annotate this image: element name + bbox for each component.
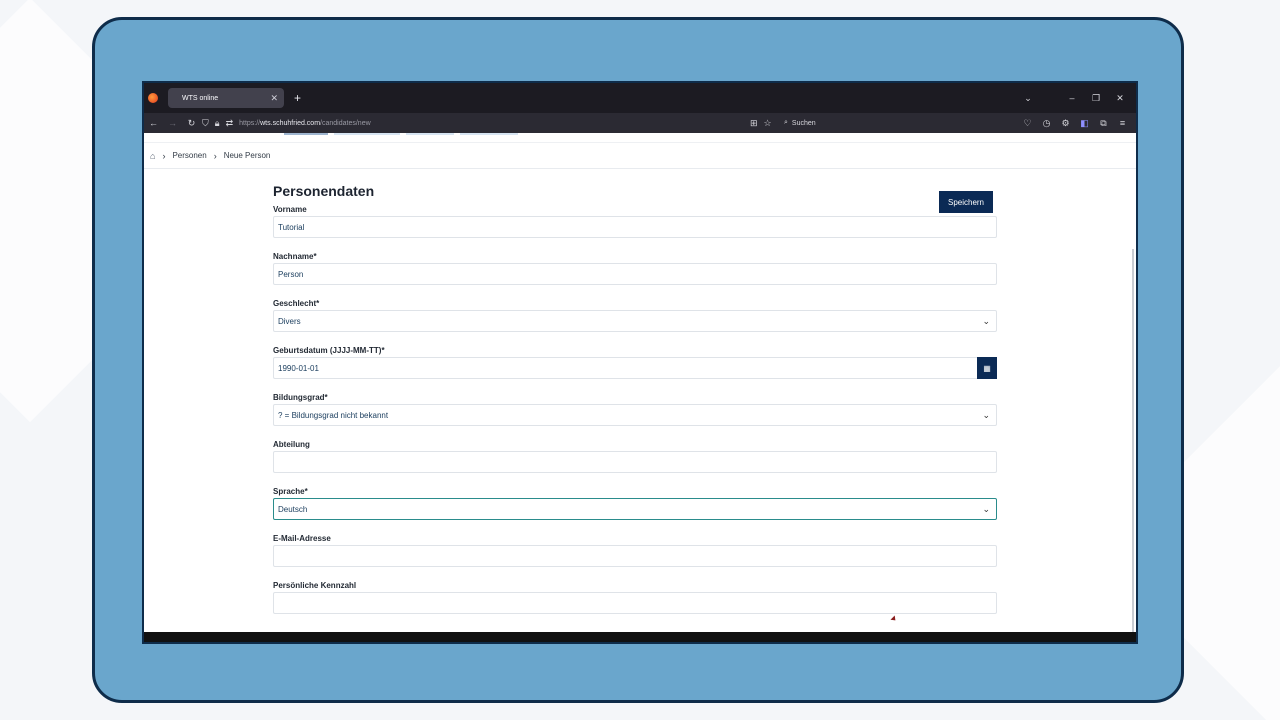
settings-gear-icon[interactable]: ⚙ [1056, 118, 1075, 129]
breadcrumb-personen[interactable]: Personen [172, 151, 206, 160]
window-controls: ⌄ – ❐ ✕ [1016, 83, 1132, 113]
field-sprache: Sprache* Deutsch ⌄ [273, 487, 997, 520]
field-abteilung: Abteilung [273, 440, 997, 473]
browser-screen: WTS online ✕ + ⌄ – ❐ ✕ ← → ↻ ⛉ 🔒︎ ⇄ http… [142, 81, 1138, 644]
search-input[interactable]: Suchen [792, 120, 816, 127]
page-title: Personendaten [273, 183, 375, 199]
field-label: Bildungsgrad* [273, 393, 328, 402]
chevron-right-icon: › [162, 150, 166, 161]
kennzahl-input[interactable] [273, 592, 997, 614]
field-bildungsgrad: Bildungsgrad* ? = Bildungsgrad nicht bek… [273, 393, 997, 426]
field-email: E-Mail-Adresse [273, 534, 997, 567]
back-icon[interactable]: ← [144, 118, 163, 128]
select-value: Deutsch [278, 504, 308, 514]
tab-bar: WTS online ✕ + ⌄ – ❐ ✕ [144, 83, 1136, 113]
field-label: E-Mail-Adresse [273, 534, 331, 543]
field-label: Vorname [273, 205, 307, 214]
extensions-puzzle-icon[interactable]: ⧉ [1094, 118, 1113, 129]
field-label: Persönliche Kennzahl [273, 581, 357, 590]
url-actions: ⊞ ☆ [750, 115, 772, 131]
firefox-icon [148, 93, 158, 103]
bookmark-star-icon[interactable]: ☆ [764, 118, 772, 129]
vorname-input[interactable]: Tutorial [273, 216, 997, 238]
page-bottom-bar [144, 632, 1136, 642]
url-text[interactable]: https://wts.schuhfried.com/candidates/ne… [239, 120, 371, 127]
chevron-right-icon: › [213, 150, 217, 161]
field-label: Nachname* [273, 252, 317, 261]
restore-icon[interactable]: ❐ [1084, 93, 1108, 104]
geschlecht-select[interactable]: Divers ⌄ [273, 310, 997, 332]
translate-icon[interactable]: ⊞ [750, 118, 758, 129]
close-tab-icon[interactable]: ✕ [270, 93, 278, 104]
main-content: Personendaten Speichern Vorname Tutorial… [144, 169, 1136, 642]
field-label: Abteilung [273, 440, 310, 449]
nav-hint [406, 133, 454, 135]
tab-wts-online[interactable]: WTS online ✕ [168, 88, 284, 108]
select-value: Divers [278, 316, 301, 326]
tab-list-icon[interactable]: ⌄ [1016, 93, 1040, 104]
history-icon[interactable]: ◷ [1037, 118, 1056, 129]
shield-icon[interactable]: ⛉ [202, 118, 209, 129]
field-kennzahl: Persönliche Kennzahl [273, 581, 997, 614]
lock-icon[interactable]: 🔒︎ [215, 118, 220, 129]
nav-hint [284, 133, 328, 135]
save-button[interactable]: Speichern [939, 191, 993, 213]
close-window-icon[interactable]: ✕ [1108, 93, 1132, 104]
sprache-select[interactable]: Deutsch ⌄ [273, 498, 997, 520]
field-label: Geburtsdatum (JJJJ-MM-TT)* [273, 346, 385, 355]
field-geschlecht: Geschlecht* Divers ⌄ [273, 299, 997, 332]
extension-icon[interactable]: ◧ [1075, 118, 1094, 129]
page-header-strip [144, 133, 1136, 143]
person-form: Personendaten Speichern Vorname Tutorial… [273, 183, 997, 614]
browser-window: WTS online ✕ + ⌄ – ❐ ✕ ← → ↻ ⛉ 🔒︎ ⇄ http… [144, 83, 1136, 642]
calendar-icon[interactable]: ▦ [977, 357, 997, 379]
breadcrumb: ⌂ › Personen › Neue Person [144, 143, 1136, 169]
breadcrumb-neue-person: Neue Person [223, 151, 271, 160]
nav-bar: ← → ↻ ⛉ 🔒︎ ⇄ https://wts.schuhfried.com/… [144, 113, 1136, 133]
forward-icon[interactable]: → [163, 118, 182, 128]
email-input[interactable] [273, 545, 997, 567]
abteilung-input[interactable] [273, 451, 997, 473]
scrollbar[interactable] [1132, 249, 1134, 642]
permissions-icon[interactable]: ⇄ [226, 118, 234, 129]
select-value: ? = Bildungsgrad nicht bekannt [278, 410, 389, 420]
tab-title: WTS online [182, 94, 219, 102]
chevron-down-icon: ⌄ [982, 410, 990, 420]
field-geburtsdatum: Geburtsdatum (JJJJ-MM-TT)* 1990-01-01 ▦ [273, 346, 997, 379]
field-label: Geschlecht* [273, 299, 320, 308]
geburtsdatum-input[interactable]: 1990-01-01 ▦ [273, 357, 997, 379]
menu-hamburger-icon[interactable]: ≡ [1113, 118, 1132, 128]
field-label: Sprache* [273, 487, 308, 496]
toolbar-tools: ♡ ◷ ⚙ ◧ ⧉ ≡ [1018, 113, 1132, 133]
new-tab-icon[interactable]: + [294, 91, 301, 105]
search-icon: ⌕ [784, 119, 788, 126]
nav-hint [460, 133, 518, 135]
minimize-icon[interactable]: – [1060, 93, 1084, 103]
field-vorname: Vorname Tutorial [273, 205, 997, 238]
bildungsgrad-select[interactable]: ? = Bildungsgrad nicht bekannt ⌄ [273, 404, 997, 426]
search-bar[interactable]: ⌕ Suchen [784, 115, 1024, 131]
nav-hint [334, 133, 400, 135]
chevron-down-icon: ⌄ [982, 504, 990, 514]
field-nachname: Nachname* Person [273, 252, 997, 285]
reload-icon[interactable]: ↻ [182, 118, 201, 129]
home-icon[interactable]: ⌂ [150, 151, 155, 161]
mouse-cursor [890, 615, 898, 623]
nachname-input[interactable]: Person [273, 263, 997, 285]
chevron-down-icon: ⌄ [982, 316, 990, 326]
date-value: 1990-01-01 [278, 363, 319, 373]
url-bar[interactable]: ⛉ 🔒︎ ⇄ https://wts.schuhfried.com/candid… [202, 115, 722, 131]
pocket-icon[interactable]: ♡ [1018, 118, 1037, 129]
